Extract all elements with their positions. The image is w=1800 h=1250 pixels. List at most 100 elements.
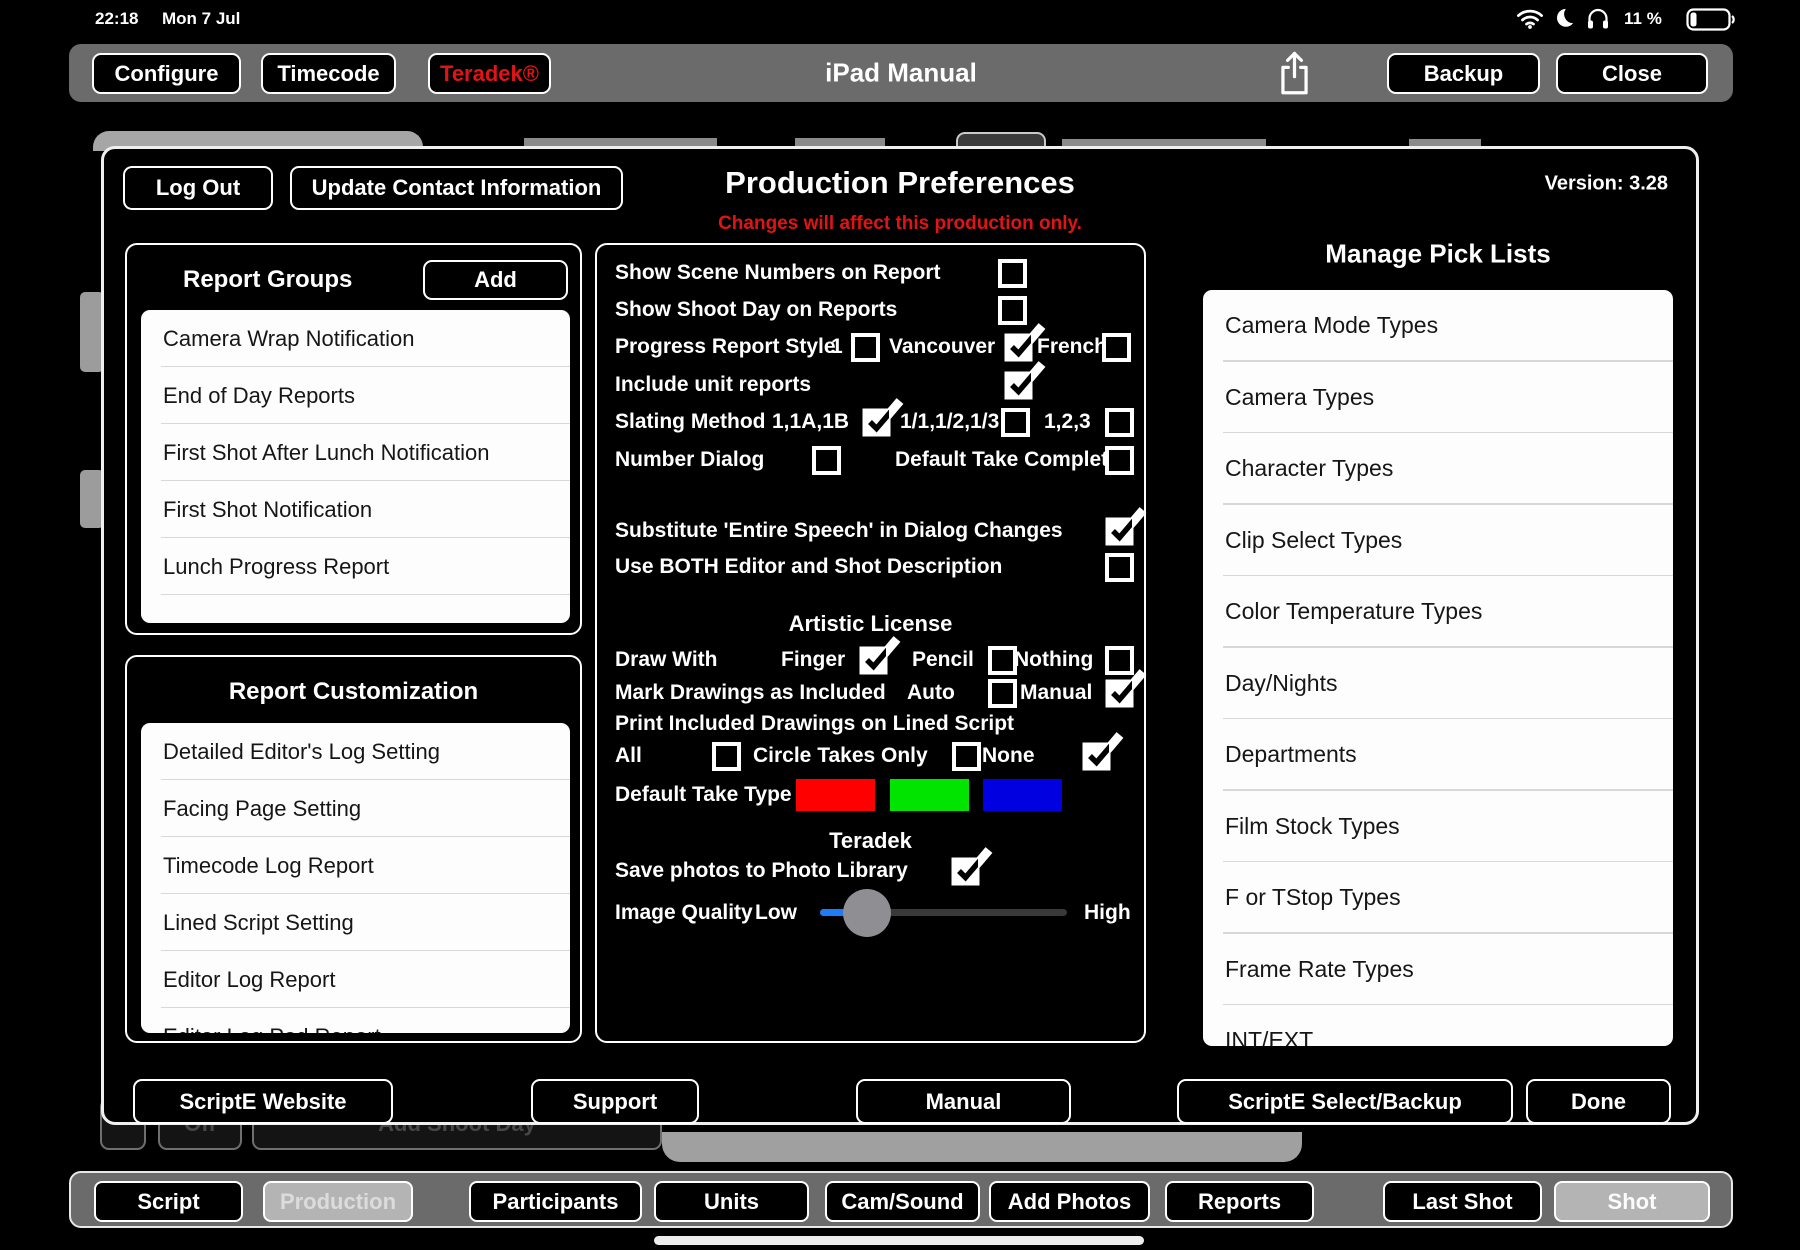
pick-list-item[interactable]: F or TStop Types [1203,862,1673,934]
report-group-item[interactable]: First Shot Notification [141,481,570,538]
image-quality-high-label: High [1084,901,1131,925]
pick-list-item[interactable]: Color Temperature Types [1203,576,1673,648]
support-button[interactable]: Support [531,1079,699,1124]
artistic-license-title: Artistic License [597,611,1144,637]
default-take-type-label: Default Take Type [615,783,792,807]
pick-list-item[interactable]: Day/Nights [1203,648,1673,720]
bottom-tab-button[interactable]: Shot [1554,1181,1710,1222]
bottom-tab-label: Script [137,1189,199,1215]
bottom-tab-button[interactable]: Script [94,1181,243,1222]
top-toolbar: Configure Timecode Teradek® iPad Manual … [69,44,1733,102]
number-dialog-checkbox[interactable] [810,436,854,476]
report-group-item-label: First Shot After Lunch Notification [163,440,490,466]
bottom-tab-button[interactable]: Last Shot [1383,1181,1542,1222]
bottom-tab-label: Add Photos [1008,1189,1131,1215]
none-checkbox[interactable] [1080,732,1124,772]
pick-list-item[interactable]: INT/EXT [1203,1005,1673,1046]
finger-checkbox[interactable] [857,636,901,676]
headphones-icon [1586,7,1610,35]
report-customization-item[interactable]: Timecode Log Report [141,837,570,894]
bottom-tab-label: Units [704,1189,759,1215]
report-group-item-label: Camera Wrap Notification [163,326,414,352]
slating-fractions-checkbox[interactable] [999,398,1043,438]
slating-1-2-3-checkbox[interactable] [1103,398,1147,438]
bottom-tab-label: Production [280,1189,396,1215]
pick-list-item[interactable]: Character Types [1203,433,1673,505]
close-label: Close [1602,61,1662,87]
report-group-item[interactable]: First Shot After Lunch Notification [141,424,570,481]
use-both-editor-shot-checkbox[interactable] [1103,543,1147,583]
bottom-tab-label: Cam/Sound [841,1189,963,1215]
bottom-tab-label: Last Shot [1412,1189,1512,1215]
save-photos-label: Save photos to Photo Library [615,859,908,883]
show-scene-numbers-label: Show Scene Numbers on Report [615,261,941,285]
bottom-tab-button[interactable]: Production [263,1181,413,1222]
scripte-select-backup-button[interactable]: ScriptE Select/Backup [1177,1079,1513,1124]
bottom-tab-button[interactable]: Cam/Sound [825,1181,980,1222]
french-checkbox[interactable] [1100,323,1144,363]
slating-1-1a-1b-checkbox[interactable] [860,398,904,438]
report-customization-item[interactable]: Lined Script Setting [141,894,570,951]
report-customization-item[interactable]: Facing Page Setting [141,780,570,837]
add-report-group-button[interactable]: Add [423,260,568,300]
substitute-entire-speech-checkbox[interactable] [1103,507,1147,547]
report-customization-item-label: Lined Script Setting [163,910,354,936]
bottom-tab-button[interactable]: Reports [1165,1181,1314,1222]
pick-list-item[interactable]: Frame Rate Types [1203,934,1673,1006]
report-customization-list: Detailed Editor's Log SettingFacing Page… [141,723,570,1033]
save-photos-checkbox[interactable] [949,847,993,887]
bottom-toolbar: Script Production Participants Units Cam/Sou… [69,1171,1733,1228]
bottom-tab-button[interactable]: Units [654,1181,809,1222]
finger-label: Finger [781,648,845,672]
report-customization-item[interactable]: Editor Log Report [141,951,570,1008]
take-type-red-swatch[interactable] [796,779,875,811]
scripte-website-button[interactable]: ScriptE Website [133,1079,393,1124]
report-group-item[interactable]: Camera Wrap Notification [141,310,570,367]
dialog-warning: Changes will affect this production only… [104,213,1696,235]
report-customization-item[interactable]: Editor Log Pad Report [141,1008,570,1033]
progress-report-style-label: Progress Report Style [615,335,836,359]
close-button[interactable]: Close [1556,53,1708,94]
include-unit-reports-checkbox[interactable] [1002,361,1046,401]
slating-1-1a-1b-label: 1,1A,1B [772,410,849,434]
show-scene-numbers-checkbox[interactable] [996,249,1040,289]
circle-takes-only-label: Circle Takes Only [753,744,928,768]
report-group-item[interactable]: Lunch Progress Report [141,538,570,595]
take-type-blue-swatch[interactable] [983,779,1062,811]
backup-button[interactable]: Backup [1387,53,1540,94]
manual-label: Manual [926,1089,1002,1115]
teradek-section-title: Teradek [597,828,1144,854]
manage-pick-lists-title: Manage Pick Lists [1203,239,1673,270]
scripte-website-label: ScriptE Website [179,1089,346,1115]
all-label: All [615,744,642,768]
manual-button[interactable]: Manual [856,1079,1071,1124]
image-quality-slider[interactable] [820,909,1067,916]
bottom-tab-button[interactable]: Add Photos [989,1181,1150,1222]
report-group-item-label: First Shot Notification [163,497,372,523]
image-quality-thumb[interactable] [843,889,891,937]
pick-list-item-label: Clip Select Types [1225,527,1402,554]
done-button[interactable]: Done [1526,1079,1671,1124]
pick-list-item[interactable]: Clip Select Types [1203,505,1673,577]
report-customization-item[interactable]: Detailed Editor's Log Setting [141,723,570,780]
style-1-checkbox[interactable] [849,323,893,363]
share-icon[interactable] [1276,50,1313,102]
bottom-tab-label: Participants [493,1189,619,1215]
pick-list-item-label: INT/EXT [1225,1027,1313,1046]
show-shoot-day-checkbox[interactable] [996,286,1040,326]
take-type-green-swatch[interactable] [890,779,969,811]
all-checkbox[interactable] [710,732,754,772]
bottom-tab-label: Shot [1608,1189,1657,1215]
default-take-complete-checkbox[interactable] [1103,436,1147,476]
pick-list-item[interactable]: Film Stock Types [1203,791,1673,863]
pick-list-item[interactable]: Departments [1203,719,1673,791]
pick-list-item[interactable]: Camera Mode Types [1203,290,1673,362]
report-group-item[interactable]: End of Day Reports [141,367,570,424]
home-indicator[interactable] [654,1236,1144,1245]
bottom-tab-button[interactable]: Participants [469,1181,642,1222]
manual-checkbox[interactable] [1103,669,1147,709]
pick-list-item-label: Character Types [1225,455,1393,482]
image-quality-low-label: Low [755,901,797,925]
pick-list-item-label: Color Temperature Types [1225,598,1482,625]
pick-list-item[interactable]: Camera Types [1203,362,1673,434]
